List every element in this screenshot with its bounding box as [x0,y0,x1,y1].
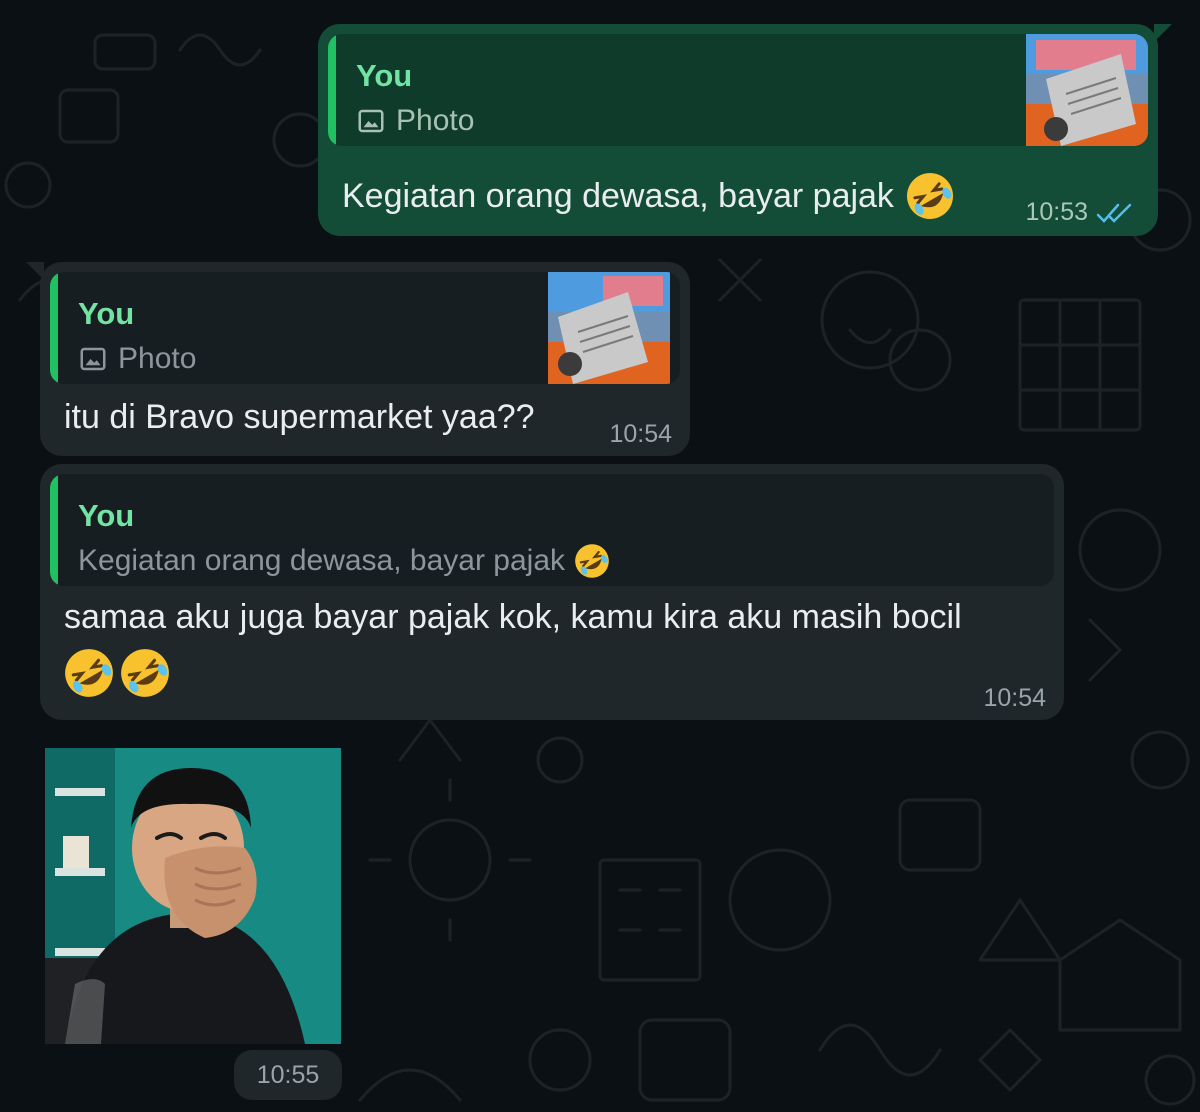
quote-text: Kegiatan orang dewasa, bayar pajak [78,544,566,577]
emoji-row [62,646,172,700]
message-text: samaa aku juga bayar pajak kok, kamu kir… [64,598,962,636]
image-icon [358,109,384,133]
rofl-emoji [906,172,953,219]
message-timestamp: 10:54 [609,420,672,448]
outgoing-message-bubble[interactable]: You Photo Kegiatan orang dewasa, bayar p… [318,24,1172,236]
image-icon [80,347,106,371]
bubble-tail [26,262,44,280]
message-timestamp: 10:54 [983,684,1046,712]
quote-content: Kegiatan orang dewasa, bayar pajak [78,542,611,580]
incoming-message-bubble[interactable]: You Photo itu di Bravo supermarket yaa??… [26,262,690,456]
quote-accent-bar [50,272,58,384]
rofl-emoji [65,649,113,697]
quoted-reply[interactable]: You Photo [50,272,680,384]
photo-timestamp: 10:55 [234,1050,342,1100]
read-receipt-icon [1096,203,1132,223]
message-text: itu di Bravo supermarket yaa?? [64,398,535,436]
quoted-photo-thumbnail [1026,34,1148,146]
timestamp-text: 10:53 [1025,198,1088,226]
quote-accent-bar [328,34,336,146]
quoted-photo-thumbnail [548,272,670,384]
incoming-photo-message[interactable] [45,748,341,1044]
quote-accent-bar [50,474,58,586]
bubble-tail [1154,24,1172,42]
quote-text: Photo [118,342,197,375]
quote-author: You [356,58,413,93]
quote-content: Photo [356,104,474,138]
quote-author: You [78,498,135,533]
message-text: Kegiatan orang dewasa, bayar pajak [342,170,956,222]
rofl-emoji [121,649,169,697]
quote-content: Photo [78,342,196,376]
message-timestamp: 10:53 [1025,198,1136,227]
rofl-emoji [575,544,609,578]
quoted-reply[interactable]: You Photo [328,34,1148,146]
message-text-content: Kegiatan orang dewasa, bayar pajak [342,176,894,215]
quote-author: You [78,296,135,331]
sticker-photo[interactable] [45,748,341,1044]
quoted-reply[interactable]: You Kegiatan orang dewasa, bayar pajak [50,474,1054,586]
incoming-message-bubble[interactable]: You Kegiatan orang dewasa, bayar pajak s… [40,464,1064,720]
quote-text: Photo [396,104,475,137]
